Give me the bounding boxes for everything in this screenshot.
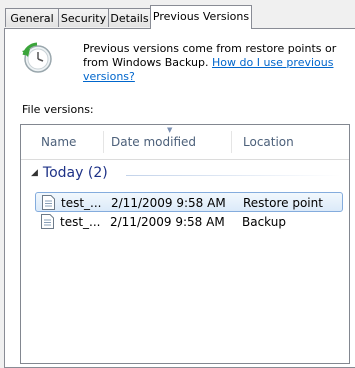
restore-clock-icon [22, 42, 52, 73]
info-text: Previous versions come from restore poin… [83, 42, 353, 84]
column-divider[interactable] [103, 131, 104, 153]
tab-details[interactable]: Details [108, 8, 151, 27]
document-icon [41, 214, 54, 229]
column-header-location[interactable]: Location [243, 125, 343, 159]
sort-descending-icon: ▼ [167, 126, 173, 134]
tab-security[interactable]: Security [58, 8, 109, 27]
file-name: test_... [61, 196, 102, 210]
file-location: Backup [242, 215, 286, 229]
file-date: 2/11/2009 9:58 AM [111, 196, 226, 210]
group-divider [126, 175, 341, 176]
document-icon [42, 195, 55, 210]
file-versions-list[interactable]: Name Date modified ▼ Location ◢ Today (2)… [20, 124, 350, 364]
list-item[interactable]: test_... 2/11/2009 9:58 AM Restore point [35, 192, 343, 212]
file-date: 2/11/2009 9:58 AM [110, 215, 225, 229]
list-header: Name Date modified ▼ Location [21, 125, 349, 160]
tab-general[interactable]: General [5, 8, 59, 27]
file-versions-label: File versions: [22, 103, 94, 116]
tab-strip: General Security Details Previous Versio… [0, 0, 355, 29]
list-item[interactable]: test_... 2/11/2009 9:58 AM Backup [35, 212, 343, 232]
column-divider[interactable] [231, 131, 232, 153]
group-header-today[interactable]: ◢ Today (2) [31, 165, 108, 181]
file-name: test_... [60, 215, 101, 229]
column-header-name[interactable]: Name [41, 125, 103, 159]
file-location: Restore point [243, 196, 323, 210]
group-label: Today (2) [42, 165, 108, 181]
collapse-triangle-icon[interactable]: ◢ [31, 168, 38, 178]
tab-previous-versions[interactable]: Previous Versions [150, 5, 252, 29]
